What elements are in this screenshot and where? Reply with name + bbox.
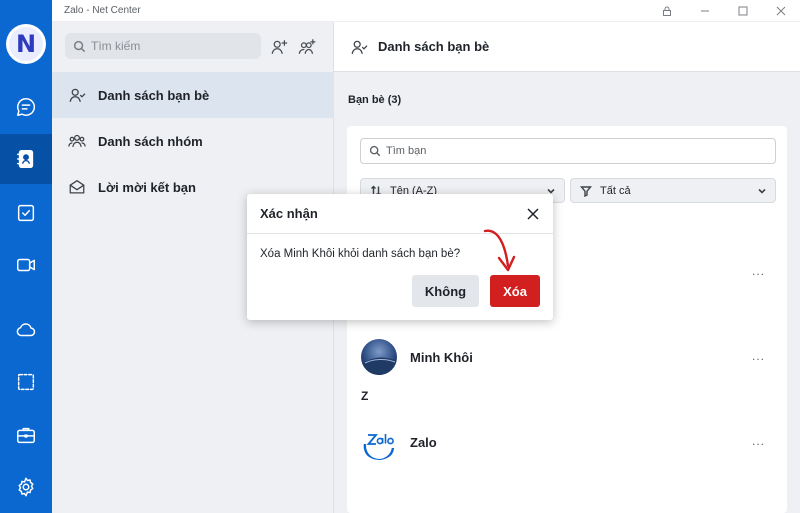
close-icon	[527, 208, 539, 220]
cancel-button[interactable]: Không	[412, 275, 479, 307]
dialog-message: Xóa Minh Khôi khỏi danh sách bạn bè?	[260, 248, 461, 260]
dialog-close-button[interactable]	[525, 206, 541, 222]
dialog-title: Xác nhận	[260, 206, 318, 221]
confirm-delete-button[interactable]: Xóa	[490, 275, 540, 307]
annotation-arrow-icon	[483, 229, 516, 272]
